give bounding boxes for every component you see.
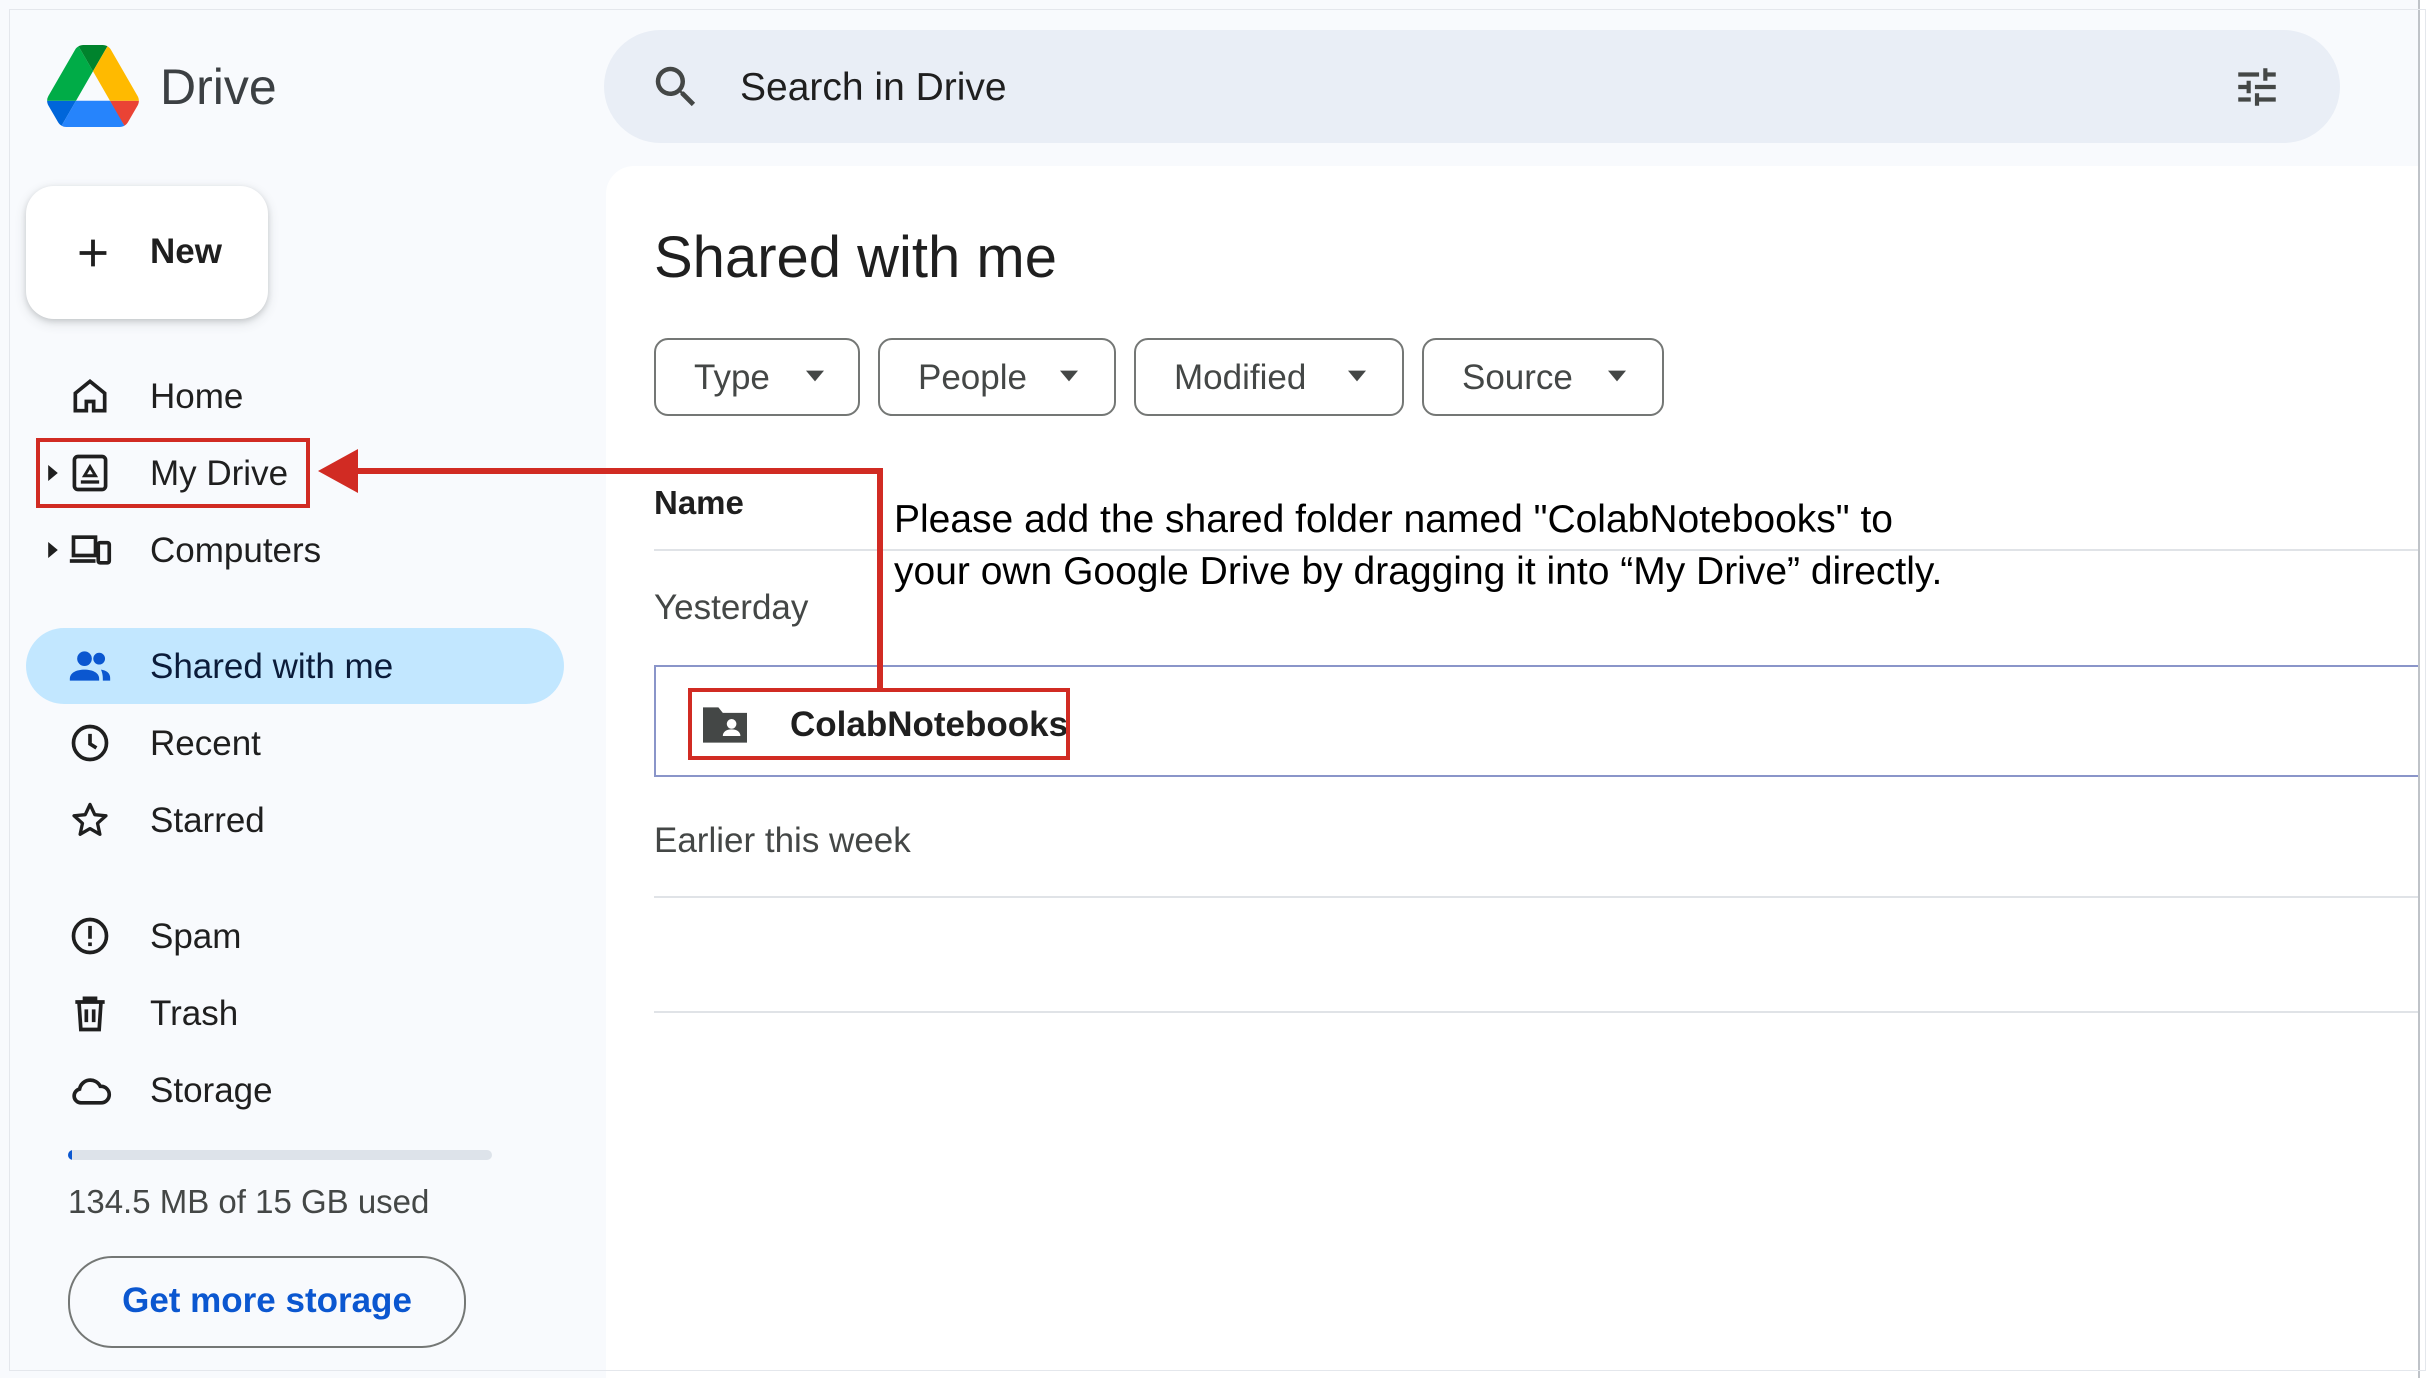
group-label-earlier-this-week: Earlier this week [654, 821, 911, 860]
window-right-edge [2418, 0, 2434, 1378]
dropdown-arrow-icon [1608, 370, 1626, 382]
sidebar-item-label: Computers [150, 531, 322, 570]
search-icon[interactable] [649, 60, 703, 114]
instruction-line-1: Please add the shared folder named "Cola… [894, 498, 1893, 541]
plus-icon [79, 239, 107, 267]
sidebar-item-home[interactable]: Home [26, 358, 564, 434]
storage-usage-text: 134.5 MB of 15 GB used [68, 1183, 430, 1220]
sidebar-item-label: Storage [150, 1071, 273, 1110]
get-more-storage-label: Get more storage [122, 1281, 412, 1320]
search-bar[interactable]: Search in Drive [604, 30, 2340, 143]
instruction-line-2: your own Google Drive by dragging it int… [894, 550, 1943, 593]
trash-icon [75, 996, 105, 1032]
drive-window: Drive Search in Drive New Home My Drive [0, 0, 2434, 1378]
cloud-icon [72, 1078, 111, 1105]
sidebar-item-label: Starred [150, 801, 265, 840]
sidebar-item-storage[interactable]: Storage [26, 1052, 564, 1128]
my-drive-highlight-box [36, 438, 310, 508]
dropdown-arrow-icon [1348, 370, 1366, 382]
filter-chip-source[interactable]: Source [1422, 338, 1664, 416]
sidebar-item-recent[interactable]: Recent [26, 705, 564, 781]
sidebar-item-label: Home [150, 377, 244, 416]
star-icon [72, 802, 108, 836]
computers-icon [69, 535, 112, 565]
folder-highlight-box [688, 688, 1070, 760]
filter-chip-label: People [918, 358, 1027, 397]
sidebar-item-shared-with-me[interactable]: Shared with me [26, 628, 564, 704]
sidebar-item-trash[interactable]: Trash [26, 975, 564, 1051]
page-title: Shared with me [654, 225, 1057, 290]
sidebar-item-label: Shared with me [150, 647, 394, 686]
sidebar-item-label: Trash [150, 994, 239, 1033]
dropdown-arrow-icon [1060, 370, 1078, 382]
filter-chip-label: Type [694, 358, 770, 397]
new-button-label: New [150, 232, 222, 271]
sidebar-item-label: Recent [150, 724, 261, 763]
spam-icon [71, 917, 109, 955]
sidebar-item-computers[interactable]: Computers [26, 512, 564, 588]
filter-chip-label: Source [1462, 358, 1573, 397]
drive-logo-icon[interactable] [47, 45, 139, 127]
storage-progress-bar [68, 1150, 492, 1160]
get-more-storage-button[interactable]: Get more storage [68, 1256, 466, 1348]
filter-chip-type[interactable]: Type [654, 338, 860, 416]
column-header-name[interactable]: Name [654, 484, 744, 522]
main-panel: Shared with me Type People Modified Sour… [606, 166, 2434, 1378]
row-divider [654, 1011, 2434, 1013]
instruction-text: Please add the shared folder named "Cola… [894, 494, 2194, 598]
row-divider [654, 896, 2434, 898]
filter-chip-people[interactable]: People [878, 338, 1116, 416]
sidebar-item-label: Spam [150, 917, 242, 956]
shared-icon [69, 651, 111, 681]
new-button[interactable]: New [26, 186, 268, 319]
group-label-yesterday: Yesterday [654, 588, 809, 627]
clock-icon [71, 724, 109, 762]
sidebar-item-starred[interactable]: Starred [26, 782, 564, 858]
dropdown-arrow-icon [806, 370, 824, 382]
sidebar-item-spam[interactable]: Spam [26, 898, 564, 974]
storage-progress-fill [68, 1150, 72, 1160]
filter-chip-label: Modified [1174, 358, 1307, 397]
app-brand: Drive [160, 59, 277, 115]
home-icon [73, 378, 107, 413]
expand-caret-icon[interactable] [46, 542, 60, 558]
filter-chip-modified[interactable]: Modified [1134, 338, 1404, 416]
search-input[interactable]: Search in Drive [740, 66, 1007, 110]
tune-icon[interactable] [2232, 62, 2282, 112]
